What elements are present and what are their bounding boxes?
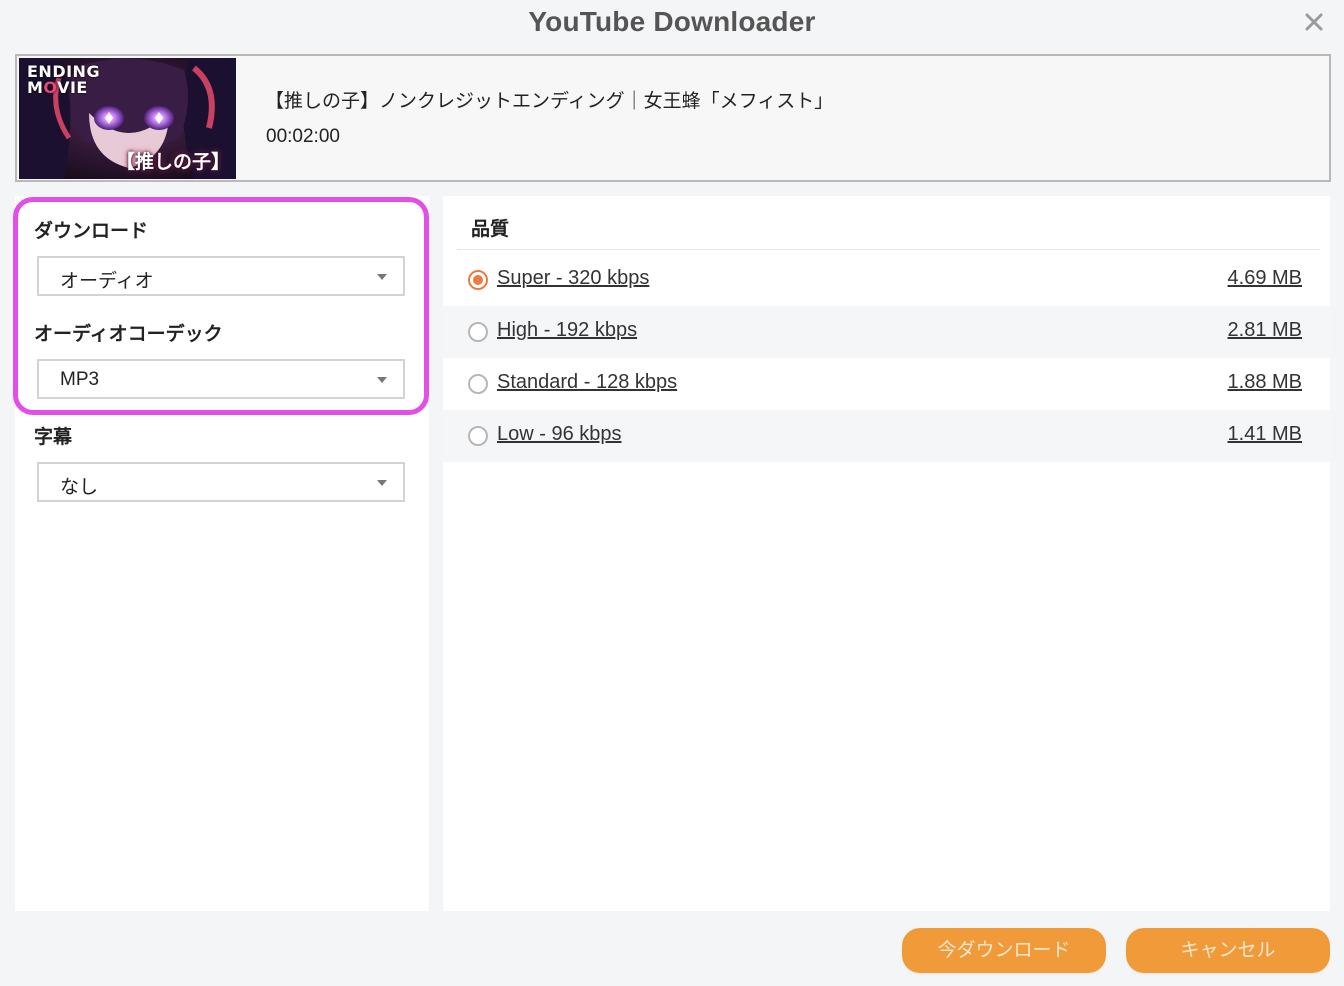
quality-option-label: Low - 96 kbps <box>497 423 622 445</box>
subtitle-label: 字幕 <box>34 426 73 448</box>
download-type-label: ダウンロード <box>34 220 149 242</box>
chevron-down-icon <box>377 377 387 383</box>
video-info-card: ENDING MOVIE 【推しの子】 【推しの子】ノンクレジットエンディング｜… <box>15 54 1331 182</box>
thumbnail-caption-o: O <box>43 78 58 97</box>
quality-option-size: 1.41 MB <box>1227 423 1302 445</box>
settings-panel <box>15 196 429 911</box>
radio-button[interactable] <box>468 270 488 290</box>
audio-codec-select[interactable]: MP3 <box>37 359 405 399</box>
video-duration: 00:02:00 <box>266 126 340 147</box>
quality-option-low[interactable]: Low - 96 kbps 1.41 MB <box>443 410 1330 462</box>
video-title: 【推しの子】ノンクレジットエンディング｜女王蜂「メフィスト」 <box>265 90 834 112</box>
quality-option-label: Standard - 128 kbps <box>497 371 678 393</box>
quality-option-size: 1.88 MB <box>1227 371 1302 393</box>
quality-option-high[interactable]: High - 192 kbps 2.81 MB <box>443 306 1330 358</box>
thumbnail-caption-line2: MOVIE <box>27 80 100 96</box>
audio-codec-label: オーディオコーデック <box>34 323 223 345</box>
download-type-select[interactable]: オーディオ <box>37 256 405 296</box>
quality-option-label: Super - 320 kbps <box>497 267 650 289</box>
window-title: YouTube Downloader <box>528 6 816 37</box>
divider <box>457 249 1320 250</box>
radio-button[interactable] <box>468 374 488 394</box>
radio-button[interactable] <box>468 322 488 342</box>
close-button[interactable] <box>1300 8 1328 36</box>
cancel-button[interactable]: キャンセル <box>1126 928 1330 973</box>
title-bar: YouTube Downloader <box>0 0 1344 50</box>
thumbnail-logo: 【推しの子】 <box>115 151 230 173</box>
thumbnail-caption: ENDING MOVIE <box>27 64 100 96</box>
thumbnail-caption-vie: VIE <box>57 78 88 97</box>
chevron-down-icon <box>377 480 387 486</box>
close-icon <box>1305 13 1323 31</box>
download-now-button[interactable]: 今ダウンロード <box>902 928 1106 973</box>
quality-option-label: High - 192 kbps <box>497 319 638 341</box>
subtitle-select[interactable]: なし <box>37 462 405 502</box>
audio-codec-value: MP3 <box>60 369 100 390</box>
quality-option-super[interactable]: Super - 320 kbps 4.69 MB <box>443 254 1330 306</box>
subtitle-value: なし <box>60 476 99 498</box>
radio-button[interactable] <box>468 426 488 446</box>
quality-option-size: 2.81 MB <box>1227 319 1302 341</box>
download-type-value: オーディオ <box>60 270 154 292</box>
quality-option-size: 4.69 MB <box>1227 267 1302 289</box>
video-thumbnail: ENDING MOVIE 【推しの子】 <box>19 58 236 179</box>
chevron-down-icon <box>377 274 387 280</box>
thumbnail-caption-m: M <box>27 78 44 97</box>
quality-option-standard[interactable]: Standard - 128 kbps 1.88 MB <box>443 358 1330 410</box>
quality-panel: 品質 Super - 320 kbps 4.69 MB High - 192 k… <box>443 196 1330 911</box>
quality-heading: 品質 <box>471 218 510 240</box>
